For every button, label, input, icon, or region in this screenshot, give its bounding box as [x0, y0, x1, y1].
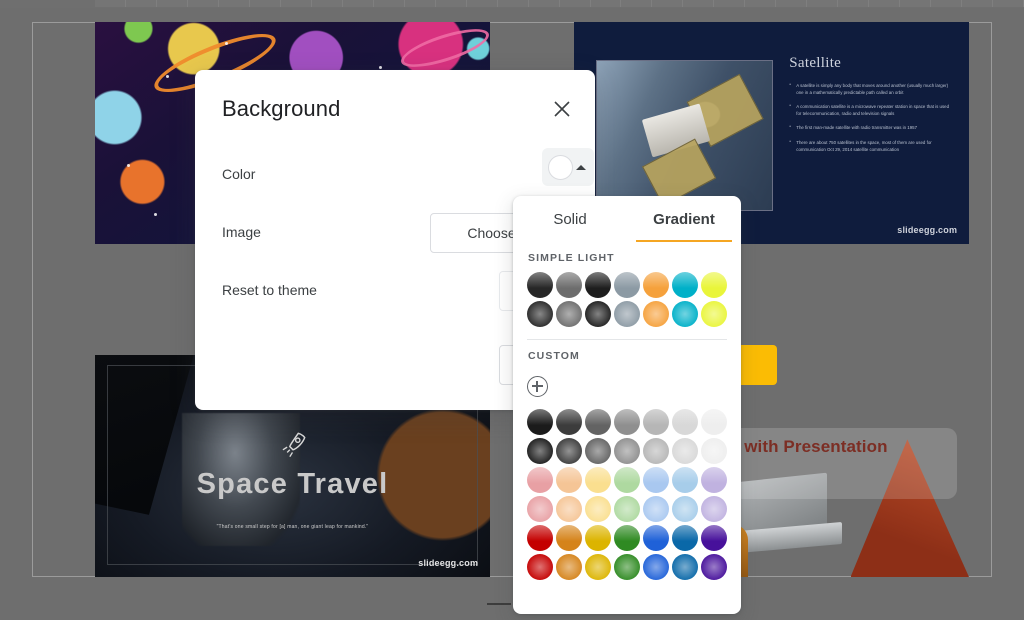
app-root: Satellite A satellite is simply any body…: [0, 0, 1024, 620]
gradient-swatch[interactable]: [643, 496, 669, 522]
custom-add-row: [513, 370, 741, 409]
gradient-swatch[interactable]: [672, 409, 698, 435]
gradient-swatch[interactable]: [701, 467, 727, 493]
gradient-swatch[interactable]: [614, 409, 640, 435]
section-label-simple-light: SIMPLE LIGHT: [513, 242, 741, 272]
gradient-swatch[interactable]: [614, 467, 640, 493]
gradient-swatch[interactable]: [701, 301, 727, 327]
gradient-swatch[interactable]: [585, 467, 611, 493]
swatch-grid-simple-light: [513, 272, 741, 327]
gradient-swatch[interactable]: [701, 272, 727, 298]
ruler-ticks: [95, 0, 1024, 7]
row-image-label: Image: [222, 224, 261, 240]
gradient-swatch[interactable]: [701, 438, 727, 464]
gradient-swatch[interactable]: [643, 301, 669, 327]
gradient-swatch[interactable]: [527, 496, 553, 522]
gradient-swatch[interactable]: [556, 409, 582, 435]
gradient-swatch[interactable]: [556, 554, 582, 580]
satellite-photo: [596, 60, 774, 211]
row-color-label: Color: [222, 166, 255, 182]
gradient-swatch[interactable]: [614, 438, 640, 464]
gradient-swatch[interactable]: [585, 409, 611, 435]
plus-circle-icon[interactable]: [527, 376, 548, 397]
section-label-custom: CUSTOM: [513, 340, 741, 370]
row-reset-label: Reset to theme: [222, 282, 317, 298]
gradient-swatch[interactable]: [643, 525, 669, 551]
tab-solid[interactable]: Solid: [513, 196, 627, 242]
page-separator: [487, 603, 511, 605]
slide-bullet-list: A satellite is simply any body that move…: [789, 82, 951, 160]
current-color-swatch: [548, 155, 573, 180]
rocket-icon: [276, 428, 310, 462]
gradient-swatch[interactable]: [614, 554, 640, 580]
gradient-swatch[interactable]: [527, 438, 553, 464]
gradient-swatch[interactable]: [527, 467, 553, 493]
watermark: slideegg.com: [897, 225, 957, 235]
gradient-swatch[interactable]: [672, 496, 698, 522]
gradient-swatch[interactable]: [643, 272, 669, 298]
gradient-swatch[interactable]: [643, 409, 669, 435]
gradient-swatch[interactable]: [672, 438, 698, 464]
gradient-swatch[interactable]: [585, 272, 611, 298]
gradient-swatch[interactable]: [585, 496, 611, 522]
slide-title: Space Travel: [95, 468, 490, 501]
background-color-swatch-button[interactable]: [542, 148, 594, 186]
gradient-swatch[interactable]: [556, 525, 582, 551]
gradient-swatch[interactable]: [614, 272, 640, 298]
gradient-swatch[interactable]: [643, 554, 669, 580]
slide-title: Satellite: [789, 55, 841, 72]
gradient-swatch[interactable]: [556, 496, 582, 522]
gradient-swatch[interactable]: [585, 438, 611, 464]
swatch-grid-custom: [513, 409, 741, 580]
gradient-swatch[interactable]: [556, 438, 582, 464]
gradient-swatch[interactable]: [585, 554, 611, 580]
gradient-swatch[interactable]: [527, 525, 553, 551]
gradient-swatch[interactable]: [614, 496, 640, 522]
gradient-swatch[interactable]: [527, 272, 553, 298]
gradient-swatch[interactable]: [672, 467, 698, 493]
gradient-swatch[interactable]: [643, 438, 669, 464]
gradient-swatch[interactable]: [527, 554, 553, 580]
bullet-item: There are about 750 satellites in the sp…: [789, 139, 951, 153]
dialog-title: Background: [222, 96, 340, 122]
gradient-swatch[interactable]: [556, 467, 582, 493]
bullet-item: A communication satellite is a microwave…: [789, 103, 951, 117]
gradient-swatch[interactable]: [701, 525, 727, 551]
gradient-swatch[interactable]: [585, 525, 611, 551]
gradient-swatch[interactable]: [672, 525, 698, 551]
gradient-swatch[interactable]: [701, 409, 727, 435]
planet-ring-icon: [397, 22, 490, 75]
row-color: Color: [222, 166, 568, 184]
ruler-strip: [0, 0, 1024, 8]
gradient-swatch[interactable]: [585, 301, 611, 327]
gradient-swatch[interactable]: [527, 301, 553, 327]
gradient-swatch[interactable]: [527, 409, 553, 435]
tab-gradient[interactable]: Gradient: [627, 196, 741, 242]
gradient-swatch[interactable]: [556, 272, 582, 298]
gradient-swatch[interactable]: [556, 301, 582, 327]
gradient-swatch[interactable]: [701, 496, 727, 522]
watermark: slideegg.com: [418, 558, 478, 568]
gradient-color-picker: Solid Gradient SIMPLE LIGHT CUSTOM: [513, 196, 741, 614]
close-icon-glyph: [553, 100, 571, 118]
gradient-swatch[interactable]: [614, 301, 640, 327]
gradient-swatch[interactable]: [643, 467, 669, 493]
slide-quote: "That's one small step for [a] man, one …: [95, 524, 490, 530]
gradient-swatch[interactable]: [672, 554, 698, 580]
gradient-swatch[interactable]: [672, 272, 698, 298]
bullet-item: A satellite is simply any body that move…: [789, 82, 951, 96]
gradient-swatch[interactable]: [672, 301, 698, 327]
bullet-item: The first man-made satellite with radio …: [789, 124, 951, 131]
caret-up-icon: [576, 165, 586, 170]
close-icon[interactable]: [549, 96, 575, 122]
gradient-swatch[interactable]: [614, 525, 640, 551]
picker-tabs: Solid Gradient: [513, 196, 741, 242]
gradient-swatch[interactable]: [701, 554, 727, 580]
